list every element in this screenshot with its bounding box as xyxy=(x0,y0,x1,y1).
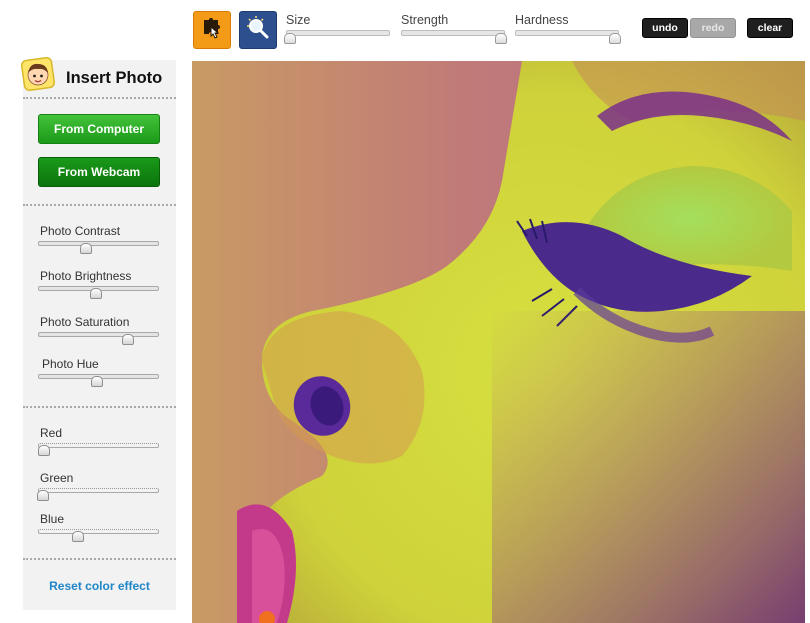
photo-saturation-label: Photo Saturation xyxy=(40,315,130,329)
hardness-label: Hardness xyxy=(515,13,569,27)
photo-hue-handle[interactable] xyxy=(91,376,104,387)
strength-slider[interactable]: Strength xyxy=(401,13,507,44)
blue-label: Blue xyxy=(40,512,65,526)
strength-label: Strength xyxy=(401,13,449,27)
green-handle[interactable] xyxy=(36,490,49,501)
photo-canvas[interactable] xyxy=(192,61,805,623)
size-handle[interactable] xyxy=(284,33,297,44)
photo-brightness-handle[interactable] xyxy=(90,288,103,299)
sidebar-panel: Insert Photo From Computer From Webcam P… xyxy=(20,56,176,610)
divider xyxy=(23,406,176,408)
green-track[interactable] xyxy=(38,488,159,493)
insert-photo-header: Insert Photo xyxy=(20,56,176,98)
photo-saturation-track[interactable] xyxy=(38,332,159,337)
redo-button[interactable]: redo xyxy=(690,18,736,38)
photo-contrast-slider[interactable]: Photo Contrast xyxy=(38,224,159,254)
reset-color-effect-link[interactable]: Reset color effect xyxy=(23,579,176,593)
blue-track[interactable] xyxy=(38,529,159,534)
from-webcam-button[interactable]: From Webcam xyxy=(38,157,160,187)
photo-brightness-label: Photo Brightness xyxy=(40,269,132,283)
edited-photo xyxy=(192,61,805,623)
size-label: Size xyxy=(286,13,311,27)
red-track[interactable] xyxy=(38,443,159,448)
blue-handle[interactable] xyxy=(71,531,84,542)
divider xyxy=(23,97,176,99)
brush-tool-button[interactable] xyxy=(193,11,231,49)
insert-photo-title: Insert Photo xyxy=(66,69,163,87)
blue-channel-slider[interactable]: Blue xyxy=(38,512,159,542)
undo-button[interactable]: undo xyxy=(642,18,688,38)
red-channel-slider[interactable]: Red xyxy=(38,426,159,456)
green-channel-slider[interactable]: Green xyxy=(36,471,159,501)
photo-contrast-label: Photo Contrast xyxy=(40,224,121,238)
photo-contrast-track[interactable] xyxy=(38,241,159,246)
red-label: Red xyxy=(40,426,63,440)
green-label: Green xyxy=(40,471,74,485)
size-slider[interactable]: Size xyxy=(284,13,390,44)
strength-track[interactable] xyxy=(401,30,505,36)
puzzle-hand-icon xyxy=(198,14,226,47)
hardness-slider[interactable]: Hardness xyxy=(515,13,621,44)
photo-saturation-handle[interactable] xyxy=(121,334,134,345)
divider xyxy=(23,558,176,560)
photo-hue-label: Photo Hue xyxy=(42,357,99,371)
magnifier-icon xyxy=(244,14,272,47)
photo-contrast-handle[interactable] xyxy=(80,243,93,254)
divider xyxy=(23,204,176,206)
clear-button[interactable]: clear xyxy=(747,18,793,38)
photo-saturation-slider[interactable]: Photo Saturation xyxy=(38,315,159,345)
face-avatar-icon xyxy=(20,56,56,92)
hardness-handle[interactable] xyxy=(608,33,621,44)
red-handle[interactable] xyxy=(38,445,51,456)
from-computer-button[interactable]: From Computer xyxy=(38,114,160,144)
zoom-tool-button[interactable] xyxy=(239,11,277,49)
photo-brightness-slider[interactable]: Photo Brightness xyxy=(38,269,159,299)
photo-hue-slider[interactable]: Photo Hue xyxy=(38,357,159,387)
size-track[interactable] xyxy=(286,30,390,36)
hardness-track[interactable] xyxy=(515,30,619,36)
strength-handle[interactable] xyxy=(494,33,507,44)
